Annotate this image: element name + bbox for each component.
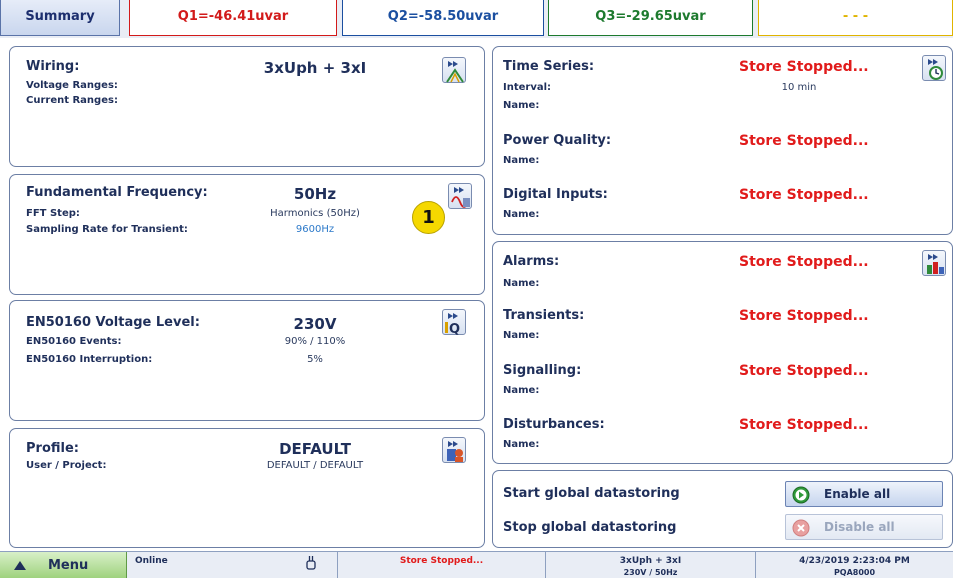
- menu-button[interactable]: Menu: [0, 552, 127, 578]
- global-datastoring-panel: Start global datastoring Stop global dat…: [492, 470, 953, 548]
- en50160-events-label: EN50160 Events:: [26, 336, 122, 347]
- sampling-rate-value: 9600Hz: [295, 224, 335, 235]
- wiring-status-label: 3xUph + 3xI: [619, 556, 682, 566]
- tab-q3[interactable]: Q3=-29.65uvar: [548, 0, 753, 36]
- sampling-rate-label: Sampling Rate for Transient:: [26, 224, 188, 235]
- menu-label: Menu: [48, 558, 89, 573]
- tab-q1[interactable]: Q1=-46.41uvar: [129, 0, 337, 36]
- en50160-events-value: 90% / 110%: [284, 336, 346, 347]
- start-global-label: Start global datastoring: [503, 486, 680, 501]
- storage-panel: Time Series: Store Stopped... Interval: …: [492, 46, 953, 235]
- datetime-status: 4/23/2019 2:23:04 PM PQA8000: [756, 552, 953, 578]
- enable-all-button[interactable]: Enable all: [785, 481, 943, 507]
- power-quality-status: Store Stopped...: [739, 133, 869, 149]
- power-quality-name-label: Name:: [503, 155, 540, 166]
- wiring-title: Wiring:: [26, 59, 80, 74]
- power-quality-title: Power Quality:: [503, 133, 612, 148]
- disturbances-title: Disturbances:: [503, 417, 605, 432]
- connection-status: Online: [127, 552, 338, 578]
- status-bar: Menu Online Store Stopped... 3xUph + 3xI…: [0, 551, 953, 578]
- frequency-panel: Fundamental Frequency: 50Hz FFT Step: Ha…: [9, 174, 485, 295]
- transients-title: Transients:: [503, 308, 585, 323]
- datetime-label: 4/23/2019 2:23:04 PM: [799, 556, 910, 566]
- frequency-settings-icon[interactable]: [448, 183, 472, 209]
- power-quality-settings-icon[interactable]: Q: [442, 309, 466, 336]
- tab-q4[interactable]: - - -: [758, 0, 953, 36]
- tab-q2[interactable]: Q2=-58.50uvar: [342, 0, 544, 36]
- store-status: Store Stopped...: [338, 552, 546, 578]
- wiring-settings-icon[interactable]: [442, 57, 466, 83]
- fft-step-label: FFT Step:: [26, 208, 80, 219]
- en50160-interruption-value: 5%: [307, 354, 323, 365]
- disable-all-button[interactable]: Disable all: [785, 514, 943, 540]
- wiring-value: 3xUph + 3xI: [263, 59, 367, 77]
- current-ranges-label: Current Ranges:: [26, 95, 118, 106]
- frequency-value: 50Hz: [293, 185, 337, 203]
- up-arrow-icon: [14, 561, 26, 573]
- signalling-title: Signalling:: [503, 363, 582, 378]
- alarms-name-label: Name:: [503, 278, 540, 289]
- wiring-status: 3xUph + 3xI 230V / 50Hz: [546, 552, 756, 578]
- alarms-title: Alarms:: [503, 254, 560, 269]
- store-status-label: Store Stopped...: [399, 556, 484, 566]
- digital-inputs-status: Store Stopped...: [739, 187, 869, 203]
- fft-step-value: Harmonics (50Hz): [270, 208, 360, 219]
- en50160-title: EN50160 Voltage Level:: [26, 315, 200, 330]
- wiring-panel: Wiring: 3xUph + 3xI Voltage Ranges: Curr…: [9, 46, 485, 167]
- signalling-name-label: Name:: [503, 385, 540, 396]
- enable-all-label: Enable all: [824, 487, 891, 501]
- profile-panel: Profile: DEFAULT User / Project: DEFAULT…: [9, 428, 485, 548]
- digital-inputs-title: Digital Inputs:: [503, 187, 608, 202]
- cancel-circle-icon: [792, 519, 810, 540]
- stop-global-label: Stop global datastoring: [503, 520, 677, 535]
- usb-icon: [305, 555, 317, 574]
- recorder-settings-icon[interactable]: [922, 55, 946, 81]
- interval-value: 10 min: [781, 82, 817, 93]
- transients-status: Store Stopped...: [739, 308, 869, 324]
- digital-inputs-name-label: Name:: [503, 209, 540, 220]
- time-series-name-label: Name:: [503, 100, 540, 111]
- frequency-title: Fundamental Frequency:: [26, 185, 208, 200]
- profile-title: Profile:: [26, 441, 79, 456]
- user-project-value: DEFAULT / DEFAULT: [266, 460, 364, 471]
- time-series-status: Store Stopped...: [739, 59, 869, 75]
- profile-value: DEFAULT: [279, 440, 351, 458]
- alarms-status: Store Stopped...: [739, 254, 869, 270]
- transients-name-label: Name:: [503, 330, 540, 341]
- callout-marker: 1: [412, 201, 445, 234]
- interval-label: Interval:: [503, 82, 552, 93]
- en50160-panel: EN50160 Voltage Level: 230V EN50160 Even…: [9, 300, 485, 421]
- events-panel: Alarms: Store Stopped... Name: Transient…: [492, 241, 953, 464]
- device-label: PQA8000: [833, 568, 876, 577]
- svg-text:Q: Q: [449, 322, 460, 336]
- disable-all-label: Disable all: [824, 520, 895, 534]
- tab-summary[interactable]: Summary: [0, 0, 120, 36]
- en50160-interruption-label: EN50160 Interruption:: [26, 354, 153, 365]
- profile-settings-icon[interactable]: [442, 437, 466, 463]
- event-settings-icon[interactable]: [922, 250, 946, 276]
- signalling-status: Store Stopped...: [739, 363, 869, 379]
- time-series-title: Time Series:: [503, 59, 595, 74]
- user-project-label: User / Project:: [26, 460, 107, 471]
- voltage-ranges-label: Voltage Ranges:: [26, 80, 118, 91]
- disturbances-status: Store Stopped...: [739, 417, 869, 433]
- play-circle-icon: [792, 486, 810, 507]
- online-label: Online: [135, 556, 168, 566]
- en50160-value: 230V: [293, 315, 337, 333]
- disturbances-name-label: Name:: [503, 439, 540, 450]
- tab-bar: Summary Q1=-46.41uvar Q2=-58.50uvar Q3=-…: [0, 0, 953, 38]
- wiring-status-sub: 230V / 50Hz: [623, 568, 678, 577]
